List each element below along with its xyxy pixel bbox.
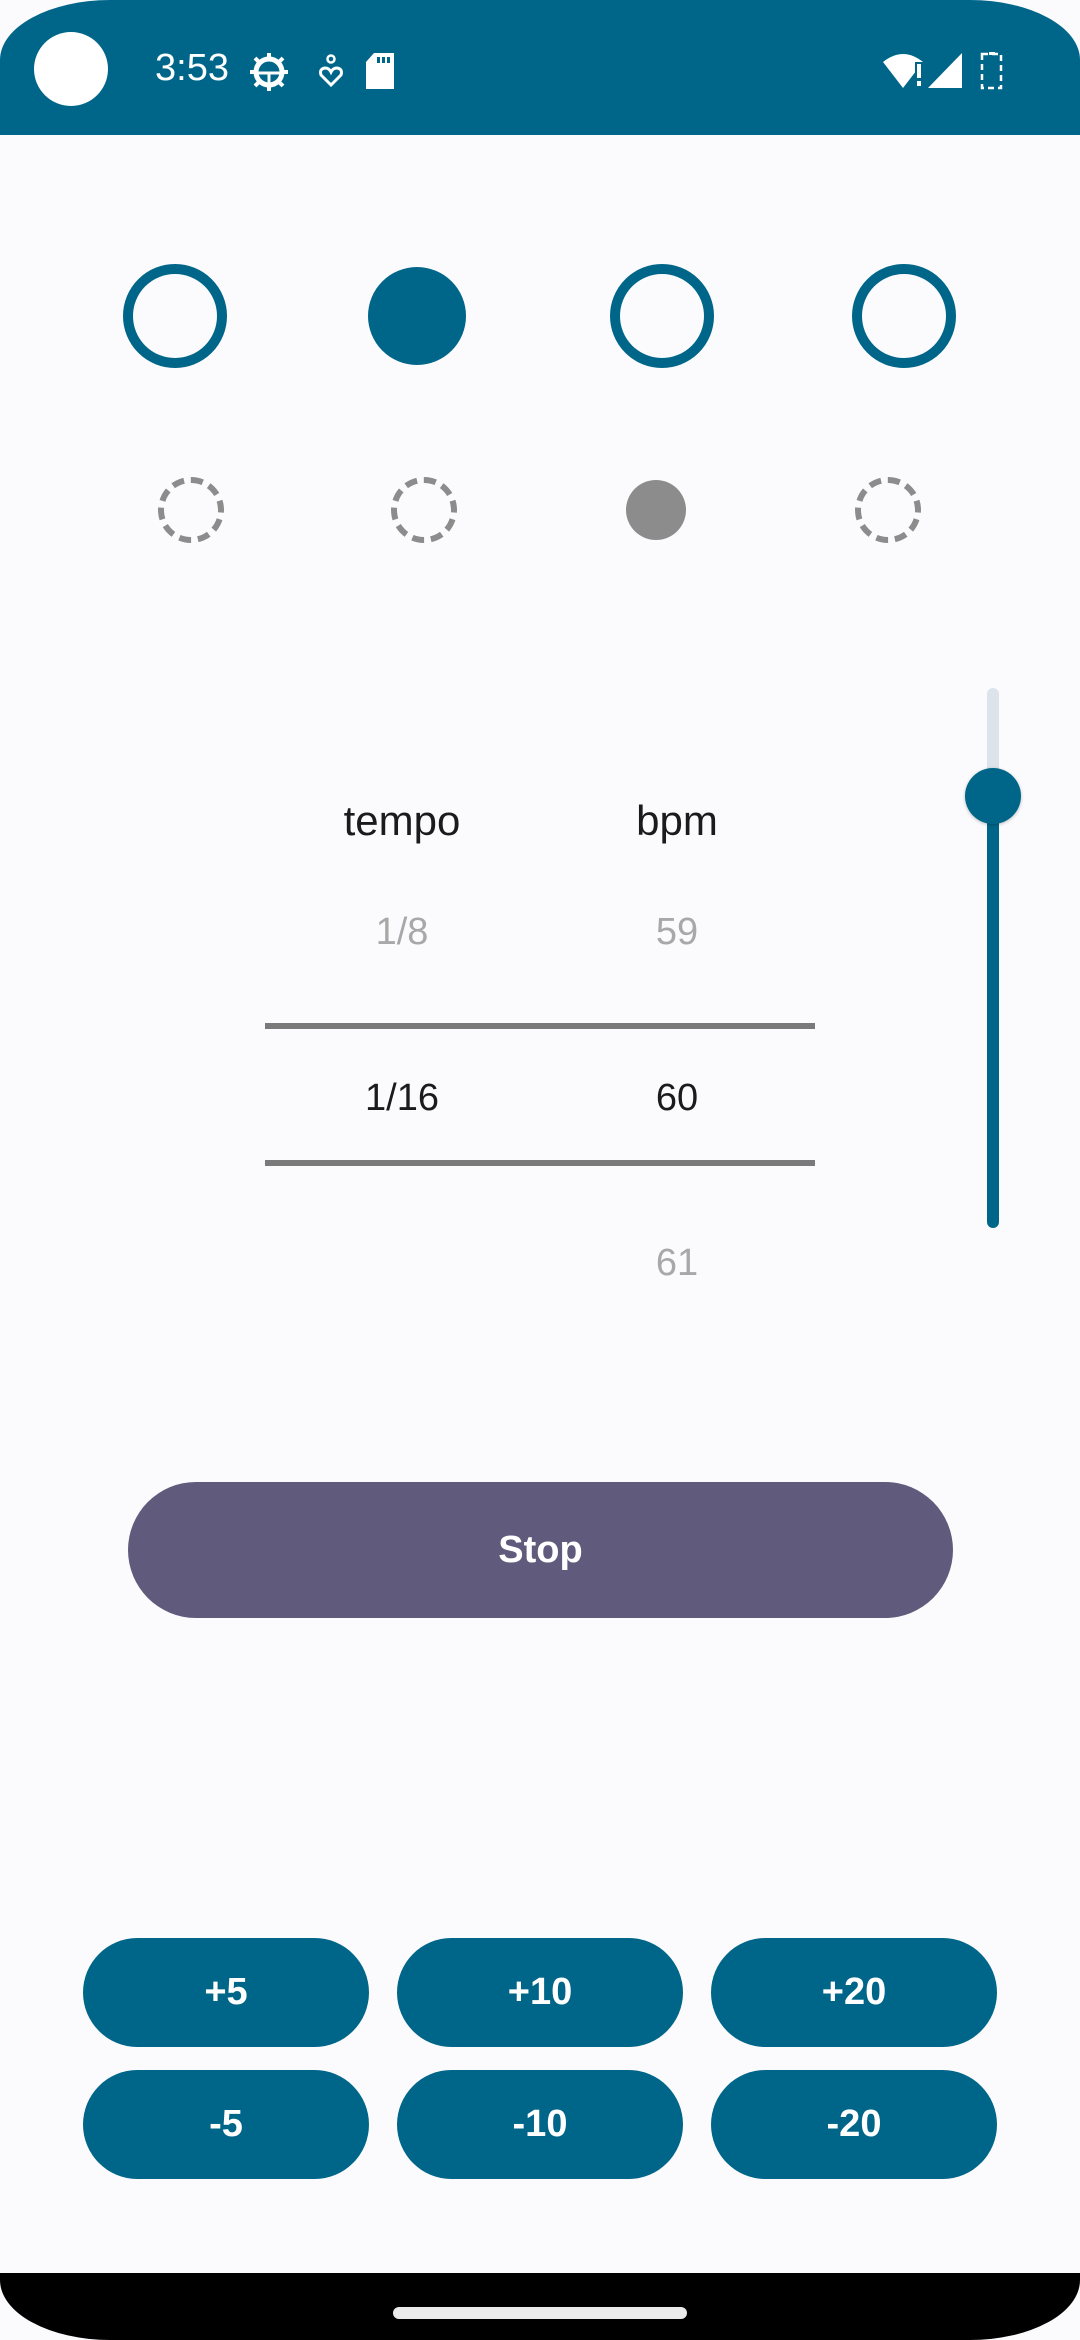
tempo-option-previous[interactable]: 1/8 [282, 909, 522, 955]
subbeat-indicator-active [626, 480, 686, 540]
increase-5-button[interactable]: +5 [83, 1938, 369, 2047]
beat-indicator[interactable] [123, 264, 227, 368]
status-bar: 3:53 [0, 0, 1080, 135]
picker-selection-divider-top [265, 1023, 815, 1029]
beat-indicator-active[interactable] [368, 267, 466, 365]
increase-20-button[interactable]: +20 [711, 1938, 997, 2047]
subbeat-indicator [158, 477, 224, 543]
accessibility-heart-icon [319, 54, 343, 88]
settings-gear-icon [250, 53, 288, 91]
tempo-option-selected[interactable]: 1/16 [282, 1075, 522, 1121]
bpm-option-selected[interactable]: 60 [557, 1075, 797, 1121]
picker-selection-divider-bottom [265, 1160, 815, 1166]
slider-thumb[interactable] [965, 768, 1021, 824]
navigation-bar [0, 2273, 1080, 2340]
decrease-10-button[interactable]: -10 [397, 2070, 683, 2179]
subbeat-indicator [391, 477, 457, 543]
stop-button[interactable]: Stop [128, 1482, 953, 1618]
camera-cutout [34, 32, 108, 106]
tempo-column-header: tempo [343, 797, 461, 844]
increase-10-button[interactable]: +10 [397, 1938, 683, 2047]
bpm-option-next[interactable]: 61 [557, 1240, 797, 1286]
battery-icon [980, 52, 1003, 90]
slider-track-active[interactable] [987, 796, 999, 1228]
beat-indicator[interactable] [610, 264, 714, 368]
beat-indicator[interactable] [852, 264, 956, 368]
decrease-5-button[interactable]: -5 [83, 2070, 369, 2179]
subbeat-indicator [855, 477, 921, 543]
bpm-column-header: bpm [636, 797, 718, 844]
decrease-20-button[interactable]: -20 [711, 2070, 997, 2179]
home-gesture-handle[interactable] [393, 2307, 687, 2319]
cellular-signal-icon [928, 53, 962, 88]
wifi-alert-icon [883, 54, 925, 88]
status-time: 3:53 [155, 47, 229, 89]
sd-card-icon [366, 53, 394, 89]
bpm-option-previous[interactable]: 59 [557, 909, 797, 955]
